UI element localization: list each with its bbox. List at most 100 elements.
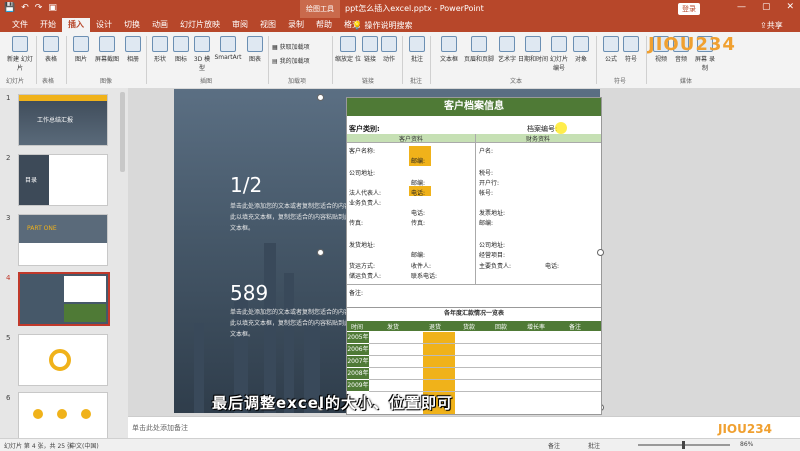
customer-type-label: 客户类别: [349, 125, 380, 133]
slide-number-button[interactable]: 幻灯片 编号 [548, 36, 570, 72]
thumb-dot [81, 409, 91, 419]
slide-thumb-1[interactable]: 工作总结汇报 [18, 94, 108, 146]
pi-icon [603, 36, 619, 52]
picture-button[interactable]: 图片 [70, 36, 92, 63]
stat-number-1[interactable]: 1/2 [230, 173, 262, 197]
tab-home[interactable]: 开始 [34, 18, 62, 32]
resize-handle[interactable] [317, 249, 324, 256]
field-label: 传真: [411, 220, 426, 227]
thumb-sheet [64, 276, 106, 302]
tab-help[interactable]: 帮助 [310, 18, 338, 32]
3d-model-button[interactable]: 3D 模型 [192, 36, 212, 72]
slide-thumb-4-selected[interactable] [18, 272, 110, 326]
tab-view[interactable]: 视图 [254, 18, 282, 32]
notes-toggle[interactable]: 备注 [548, 441, 560, 450]
symbol-button[interactable]: 符号 [622, 36, 640, 63]
link-button[interactable]: 链接 [362, 36, 378, 63]
field-label: 户名: [479, 148, 494, 155]
tab-animations[interactable]: 动画 [146, 18, 174, 32]
maximize-button[interactable]: ▢ [762, 2, 771, 12]
get-addins-button[interactable]: ▦ 获取加载项 [272, 42, 332, 51]
present-icon[interactable]: ▣ [48, 3, 57, 13]
cube-icon [194, 36, 210, 52]
new-slide-button[interactable]: 新建 幻灯片 [6, 36, 34, 72]
group-tables-label: 表格 [42, 78, 55, 85]
language-indicator[interactable]: 中文(中国) [70, 441, 99, 450]
chart-button[interactable]: 图表 [244, 36, 266, 63]
save-icon[interactable]: 💾 [4, 3, 15, 13]
resize-handle[interactable] [597, 249, 604, 256]
field-label: 开户行: [479, 180, 500, 187]
my-addins-button[interactable]: ▤ 我的加载项 [272, 56, 332, 65]
group-images-label: 图像 [100, 78, 113, 85]
ribbon-divider [146, 36, 147, 84]
table-button[interactable]: 表格 [40, 36, 62, 63]
grid-divider [475, 134, 476, 284]
grid-line [347, 142, 601, 143]
ribbon-tabs: 文件 开始 插入 设计 切换 动画 幻灯片放映 审阅 视图 录制 帮助 格式 [6, 18, 366, 32]
tab-file[interactable]: 文件 [6, 18, 34, 32]
textbox-button[interactable]: 文本框 [436, 36, 462, 63]
wordart-icon [499, 36, 515, 52]
equation-button[interactable]: 公式 [602, 36, 620, 63]
object-button[interactable]: 对象 [572, 36, 590, 63]
object-icon [573, 36, 589, 52]
year-cell: 2007年 [347, 356, 369, 368]
thumbs-scrollbar[interactable] [120, 92, 125, 172]
close-button[interactable]: ✕ [786, 2, 794, 12]
field-label: 货运方式: [349, 263, 376, 270]
thumb-circle [49, 349, 71, 371]
tab-transitions[interactable]: 切换 [118, 18, 146, 32]
textbox-icon [441, 36, 457, 52]
document-title: ppt怎么插入excel.pptx - PowerPoint [345, 4, 484, 13]
icons-button[interactable]: 图标 [172, 36, 190, 63]
tab-record[interactable]: 录制 [282, 18, 310, 32]
tab-slideshow[interactable]: 幻灯片放映 [174, 18, 226, 32]
slide-thumbnails-panel[interactable]: 1 工作总结汇报 2 目录 3 PART ONE 4 5 6 [0, 88, 128, 444]
login-button[interactable]: 登录 [678, 3, 700, 15]
tab-insert[interactable]: 插入 [62, 18, 90, 32]
zoom-level[interactable]: 86% [740, 441, 753, 448]
tell-me-search[interactable]: 💡 操作说明搜索 [352, 20, 413, 31]
comment-button[interactable]: 批注 [408, 36, 426, 63]
chart-icon [247, 36, 263, 52]
group-text-label: 文本 [510, 78, 523, 85]
slide-thumb-6[interactable] [18, 392, 108, 444]
zoom-slider-knob[interactable] [682, 441, 685, 449]
header-footer-icon [471, 36, 487, 52]
tab-review[interactable]: 审阅 [226, 18, 254, 32]
date-time-button[interactable]: 日期和时间 [518, 36, 548, 63]
slide-thumb-2[interactable]: 目录 [18, 154, 108, 206]
share-button[interactable]: ⇪共享 [760, 20, 783, 31]
field-label: 经营项目: [479, 252, 506, 259]
new-slide-icon [12, 36, 28, 52]
field-label: 传真: [349, 220, 364, 227]
undo-icon[interactable]: ↶ [21, 3, 29, 13]
minimize-button[interactable]: — [737, 2, 746, 12]
header-footer-button[interactable]: 页眉和页脚 [462, 36, 496, 63]
resize-handle[interactable] [317, 94, 324, 101]
field-label: 公司地址: [349, 170, 376, 177]
field-label: 电话: [545, 263, 560, 270]
field-label: 客户名称: [349, 148, 376, 155]
action-button[interactable]: 动作 [380, 36, 398, 63]
stat-number-2[interactable]: 589 [230, 281, 268, 305]
year-cell: 2008年 [347, 368, 369, 380]
screenshot-button[interactable]: 屏幕截图 [92, 36, 122, 63]
slide-thumb-5[interactable] [18, 334, 108, 386]
redo-icon[interactable]: ↷ [35, 3, 43, 13]
tab-design[interactable]: 设计 [90, 18, 118, 32]
album-button[interactable]: 相册 [122, 36, 144, 63]
grid-line [369, 367, 601, 368]
slide-thumb-3[interactable]: PART ONE [18, 214, 108, 266]
notes-pane[interactable]: 单击此处添加备注 [128, 416, 800, 439]
field-label: 发票地址: [479, 210, 506, 217]
picture-icon [73, 36, 89, 52]
grid-line [369, 379, 601, 380]
table-title: 各年度汇款情况一览表 [443, 310, 504, 317]
zoom-button[interactable]: 缩放定 位 [334, 36, 362, 63]
wordart-button[interactable]: 艺术字 [496, 36, 518, 63]
comments-toggle[interactable]: 批注 [588, 441, 600, 450]
shapes-button[interactable]: 形状 [150, 36, 170, 63]
smartart-button[interactable]: SmartArt [212, 36, 244, 61]
